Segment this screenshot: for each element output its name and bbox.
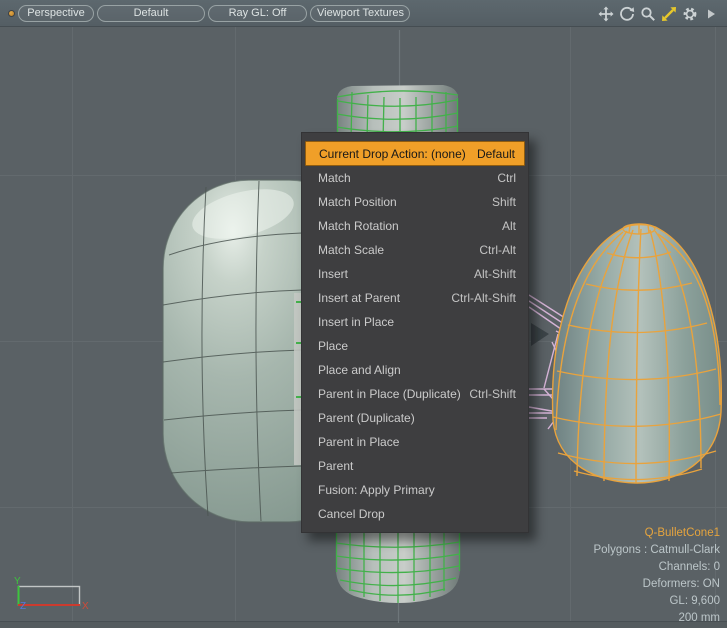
menu-item-parent[interactable]: Parent bbox=[302, 454, 528, 478]
menu-item-label: Match Rotation bbox=[318, 219, 399, 233]
menu-item-label: Current Drop Action: (none) bbox=[319, 147, 466, 161]
menu-item-label: Fusion: Apply Primary bbox=[318, 483, 435, 497]
menu-item-match[interactable]: Match Ctrl bbox=[302, 166, 528, 190]
selected-item-info: Q-BulletCone1 Polygons : Catmull-ClarkCh… bbox=[593, 525, 720, 627]
menu-item-shortcut: Default bbox=[477, 147, 515, 161]
menu-item-place[interactable]: Place bbox=[302, 334, 528, 358]
menu-item-place-and-align[interactable]: Place and Align bbox=[302, 358, 528, 382]
view-preset-button[interactable]: Default bbox=[97, 5, 205, 22]
toolbar-icon-group bbox=[597, 5, 719, 22]
menu-item-label: Parent bbox=[318, 459, 353, 473]
menu-item-parent-in-place-duplicate[interactable]: Parent in Place (Duplicate) Ctrl-Shift bbox=[302, 382, 528, 406]
menu-item-current-drop-action-none[interactable]: Current Drop Action: (none) Default bbox=[305, 141, 525, 166]
menu-item-label: Insert bbox=[318, 267, 348, 281]
menu-item-label: Insert at Parent bbox=[318, 291, 400, 305]
view-type-button[interactable]: Perspective bbox=[18, 5, 94, 22]
ray-gl-button[interactable]: Ray GL: Off bbox=[208, 5, 307, 22]
menu-item-shortcut: Alt-Shift bbox=[474, 267, 516, 281]
menu-item-insert-in-place[interactable]: Insert in Place bbox=[302, 310, 528, 334]
menu-item-shortcut: Ctrl-Alt-Shift bbox=[451, 291, 516, 305]
menu-item-parent-in-place[interactable]: Parent in Place bbox=[302, 430, 528, 454]
gear-icon[interactable] bbox=[681, 5, 698, 22]
menu-item-label: Place and Align bbox=[318, 363, 401, 377]
menu-item-cancel-drop[interactable]: Cancel Drop bbox=[302, 502, 528, 526]
item-info-line: Deformers: ON bbox=[593, 576, 720, 593]
menu-item-label: Place bbox=[318, 339, 348, 353]
zoom-icon[interactable] bbox=[639, 5, 656, 22]
menu-item-shortcut: Ctrl bbox=[497, 171, 516, 185]
rotate-icon[interactable] bbox=[618, 5, 635, 22]
menu-item-label: Parent (Duplicate) bbox=[318, 411, 415, 425]
menu-item-label: Insert in Place bbox=[318, 315, 394, 329]
maximize-icon[interactable] bbox=[660, 5, 677, 22]
item-info-line: 200 mm bbox=[593, 610, 720, 627]
menu-item-shortcut: Ctrl-Alt bbox=[479, 243, 516, 257]
item-info-line: GL: 9,600 bbox=[593, 593, 720, 610]
mesh-cylinder-bottom[interactable] bbox=[336, 533, 460, 603]
menu-item-label: Parent in Place bbox=[318, 435, 399, 449]
menu-item-label: Parent in Place (Duplicate) bbox=[318, 387, 461, 401]
menu-item-parent-duplicate[interactable]: Parent (Duplicate) bbox=[302, 406, 528, 430]
viewport-toolbar: PerspectiveDefaultRay GL: OffViewport Te… bbox=[0, 0, 727, 27]
menu-item-insert[interactable]: Insert Alt-Shift bbox=[302, 262, 528, 286]
menu-item-insert-at-parent[interactable]: Insert at Parent Ctrl-Alt-Shift bbox=[302, 286, 528, 310]
menu-item-shortcut: Shift bbox=[492, 195, 516, 209]
modo-3d-viewport: Y X Z PerspectiveDefaultRay GL: OffViewp… bbox=[0, 0, 727, 628]
drop-action-context-menu: Current Drop Action: (none) Default Match C… bbox=[301, 132, 529, 533]
menu-item-label: Match Position bbox=[318, 195, 397, 209]
menu-item-match-rotation[interactable]: Match Rotation Alt bbox=[302, 214, 528, 238]
axis-x-label: X bbox=[82, 601, 89, 612]
viewport-state-dot[interactable] bbox=[8, 10, 15, 17]
menu-item-shortcut: Alt bbox=[502, 219, 516, 233]
move-icon[interactable] bbox=[597, 5, 614, 22]
more-arrow-icon[interactable] bbox=[702, 5, 719, 22]
menu-item-match-position[interactable]: Match Position Shift bbox=[302, 190, 528, 214]
menu-item-fusion-apply-primary[interactable]: Fusion: Apply Primary bbox=[302, 478, 528, 502]
menu-item-label: Match bbox=[318, 171, 351, 185]
item-info-line: Channels: 0 bbox=[593, 559, 720, 576]
axis-y-label: Y bbox=[14, 576, 21, 587]
selected-item-name: Q-BulletCone1 bbox=[593, 525, 720, 542]
axis-z-label: Z bbox=[20, 601, 26, 612]
cube-edge-highlight bbox=[294, 293, 301, 465]
menu-item-label: Cancel Drop bbox=[318, 507, 385, 521]
menu-item-shortcut: Ctrl-Shift bbox=[469, 387, 516, 401]
item-info-line: Polygons : Catmull-Clark bbox=[593, 542, 720, 559]
menu-item-match-scale[interactable]: Match Scale Ctrl-Alt bbox=[302, 238, 528, 262]
viewport-textures-button[interactable]: Viewport Textures bbox=[310, 5, 410, 22]
menu-item-label: Match Scale bbox=[318, 243, 384, 257]
